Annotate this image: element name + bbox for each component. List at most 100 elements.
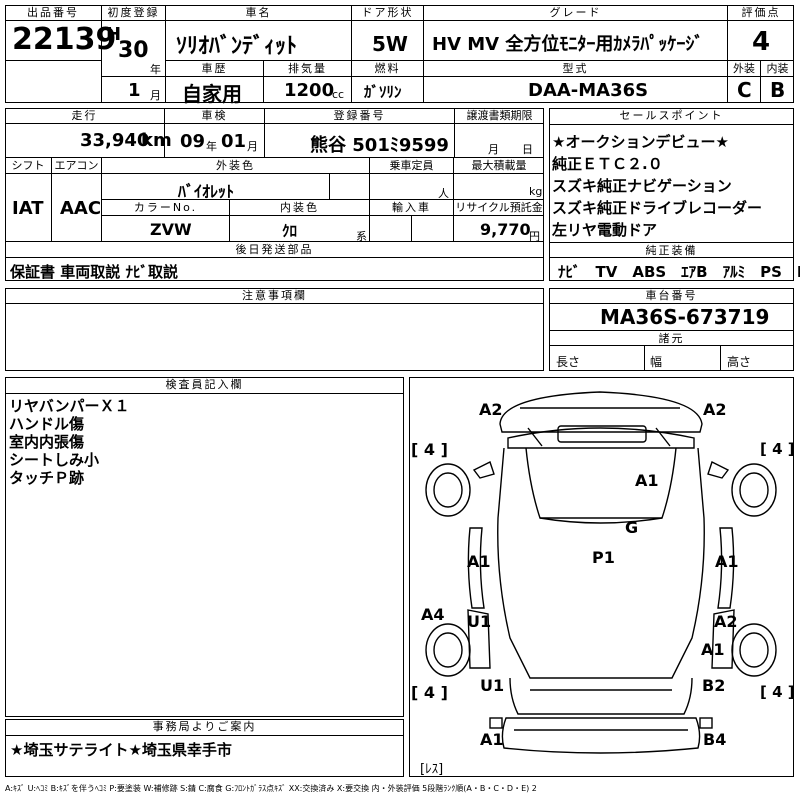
model: DAA-MA36S [528,80,649,101]
ac: AAC [60,198,102,219]
mark-4-tr: [ 4 ] [760,440,795,458]
sales-item-5: 左リヤ電動ドア [552,221,658,239]
color-label: 外装色 [102,158,370,174]
car-diagram [409,377,794,777]
mark-a2-mid: A2 [714,612,738,631]
recycle-label: リサイクル預託金 [454,201,544,216]
transfer-label: 譲渡書類期限 [455,108,544,124]
door: 5W [372,32,408,56]
reg-year: 30 [118,38,149,63]
dims-label: 諸元 [549,330,794,346]
notes-label: 注意事項欄 [5,288,544,304]
sales-item-3: スズキ純正ナビゲーション [552,177,732,195]
mark-u1-low: U1 [480,676,505,695]
mark-g: G [625,518,639,537]
office: ★埼玉サテライト★埼玉県幸手市 [10,741,232,759]
legend: A:ｷｽﾞ U:ﾍｺﾐ B:ｷｽﾞを伴うﾍｺﾐ P:要塗装 W:補修跡 S:錆 … [5,784,537,793]
car-name-label: 車名 [166,5,352,21]
reg-year-unit: 年 [150,63,161,76]
sales-label: セールスポイント [549,108,794,125]
int-color-cell [230,216,370,242]
chassis-label: 車台番号 [549,288,794,304]
displacement-unit: cc [332,88,345,101]
ac-label: エアコン [52,158,102,174]
reg-month-unit: 月 [150,89,161,102]
model-label: 型式 [424,61,728,77]
color-spare-cell [330,174,370,200]
transfer-day-unit: 日 [522,143,533,156]
int-color: ｸﾛ [282,222,298,240]
later-parts: 保証書 車両取説 ﾅﾋﾞ取説 [10,263,178,281]
history-label: 車歴 [166,61,264,77]
mileage: 33,940 [80,130,150,151]
fuel-label: 燃料 [352,61,424,77]
mark-4-tl: [ 4 ] [411,440,448,459]
sales-item-2: 純正ＥＴＣ２.０ [552,155,663,173]
score-label: 評価点 [728,5,794,21]
color: ﾊﾞｲｵﾚｯﾄ [178,182,235,201]
inspector-label: 検査員記入欄 [5,377,404,394]
import-cell-b [412,216,454,242]
plate-label: 登録番号 [265,108,455,124]
lot-no-blank [5,61,102,103]
mark-a2-right: A2 [703,400,727,419]
reg-month: 1 [128,80,141,101]
mark-a1-right: A1 [715,552,739,571]
lot-no: 22139 [12,22,117,57]
equip: ﾅﾋﾞ TV ABS ｴｱB ｱﾙﾐ PS PW [558,263,800,281]
recycle: 9,770 [480,220,531,239]
int-label: 内装 [761,61,794,77]
ext-label: 外装 [728,61,761,77]
mark-4-bl: [ 4 ] [411,683,448,702]
mark-u1-mid: U1 [467,612,492,631]
shift-label: シフト [5,158,52,174]
shift: IAT [12,198,44,219]
door-label: ドア形状 [352,5,424,21]
equip-label: 純正装備 [549,242,794,258]
displacement-label: 排気量 [264,61,352,77]
mark-a1-hood: A1 [635,471,659,490]
length-label: 長さ [556,355,581,369]
ext-grade: C [737,78,752,102]
mark-resu: [ﾚｽ] [420,762,444,777]
transfer-month-unit: 月 [488,143,499,156]
mark-b2: B2 [702,676,726,695]
insp-year-unit: 年 [206,140,217,153]
import-cell-a [370,216,412,242]
fuel: ｶﾞｿﾘﾝ [364,83,402,101]
later-label: 後日発送部品 [5,242,544,258]
first-reg-label: 初度登録 [102,5,166,21]
int-grade: B [770,78,786,102]
sales-item-4: スズキ純正ドライブレコーダー [552,199,763,217]
height-label: 高さ [727,355,752,369]
car-name: ｿﾘｵﾊﾞﾝﾃﾞｨｯﾄ [176,34,298,59]
import-label: 輸入車 [370,200,454,216]
load-label: 最大積載量 [454,158,544,174]
sales-item-1: ★オークションデビュー★ [552,133,729,151]
mark-a1-rr: A1 [701,640,725,659]
grade: HV MV 全方位ﾓﾆﾀｰ用ｶﾒﾗﾊﾟｯｹｰｼﾞ [432,34,704,55]
int-color-label: 内装色 [230,200,370,216]
inspection-label: 車検 [165,108,265,124]
score: 4 [752,27,771,57]
mark-a4: A4 [421,605,445,624]
mark-a1-left: A1 [467,552,491,571]
mark-p1: P1 [592,548,615,567]
insp-month: 01 [221,131,247,152]
car-outline [425,391,777,754]
displacement: 1200 [284,80,335,101]
mark-a1-bottom: A1 [480,730,504,749]
mark-a2-left: A2 [479,400,503,419]
office-label: 事務局よりご案内 [5,719,404,736]
color-no-label: カラーNo. [102,200,230,216]
lot-no-label: 出品番号 [5,5,102,21]
plate: 熊谷 501ﾐ9599 [310,135,449,156]
mark-b4: B4 [703,730,727,749]
load-unit: kg [529,185,543,198]
mark-4-br: [ 4 ] [760,683,795,701]
grade-label: グレード [424,5,728,21]
inspector-line-5: タッチＰ跡 [9,469,85,487]
insp-month-unit: 月 [247,140,258,153]
mileage-label: 走行 [5,108,165,124]
capacity-unit: 人 [438,187,449,200]
